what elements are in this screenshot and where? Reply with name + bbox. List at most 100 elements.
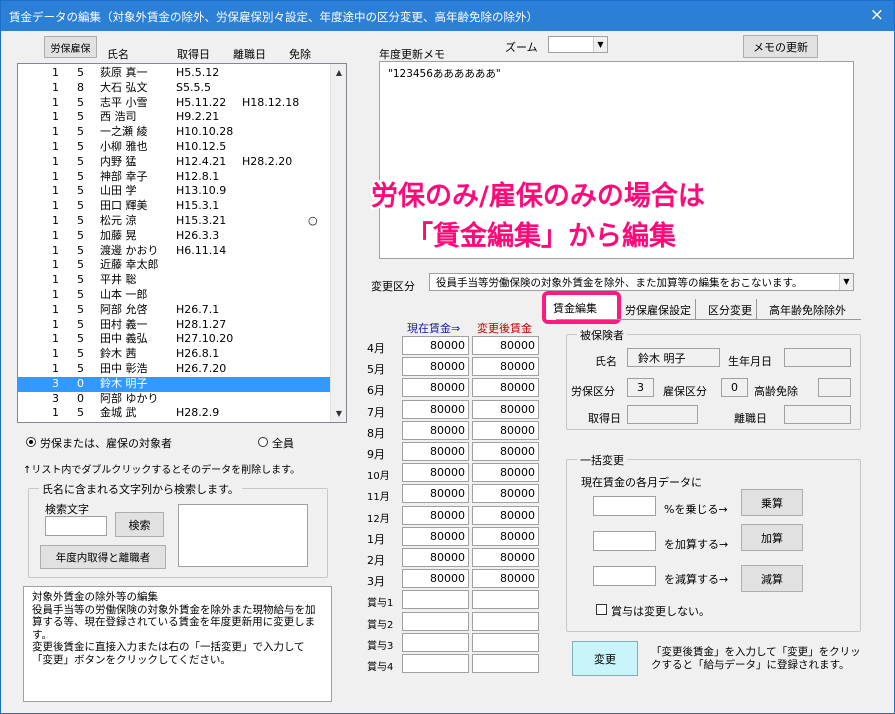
changed-wage-cell[interactable]: 80000 (472, 357, 539, 377)
table-row[interactable]: 1 8 大石 弘文 S5.5.5 (18, 81, 332, 96)
current-wage-cell[interactable]: 80000 (402, 526, 469, 546)
table-row[interactable]: 1 5 近藤 幸太郎 (18, 258, 332, 273)
row-a: 1 (52, 80, 59, 94)
scroll-thumb[interactable] (332, 82, 345, 382)
current-wage-cell[interactable]: 80000 (402, 484, 469, 504)
changed-wage-cell[interactable]: 80000 (472, 548, 539, 567)
current-wage-cell[interactable] (402, 590, 469, 610)
row-name: 小柳 雅也 (100, 140, 148, 153)
changed-wage-cell[interactable]: 80000 (472, 463, 539, 483)
table-row[interactable]: 1 5 西 浩司 H9.2.21 (18, 110, 332, 125)
table-row[interactable]: 1 5 渡邊 かおり H6.11.14 (18, 244, 332, 259)
changed-wage-cell[interactable]: 80000 (472, 526, 539, 546)
tab-elder-exempt[interactable]: 高年齢免除除外 (765, 299, 850, 319)
window-title: 賃金データの編集（対象外賃金の除外、労保雇保別々設定、年度途中の区分変更、高年齢… (9, 10, 538, 24)
current-wage-cell[interactable] (402, 611, 469, 631)
search-results-box[interactable] (178, 504, 308, 567)
changed-wage-cell[interactable] (472, 611, 539, 631)
current-wage-cell[interactable]: 80000 (402, 442, 469, 461)
list-scrollbar[interactable]: ▲ ▼ (330, 64, 346, 422)
memo-update-button[interactable]: メモの更新 (743, 35, 818, 58)
current-wage-cell[interactable]: 80000 (402, 378, 469, 398)
zoom-select[interactable]: ▼ (548, 36, 608, 53)
change-kind-select[interactable]: 役員手当等労働保険の対象外賃金を除外、また加算等の編集をおこないます。 ▼ (429, 273, 854, 291)
search-input[interactable] (45, 516, 107, 536)
current-wage-cell[interactable]: 80000 (402, 336, 469, 355)
current-wage-cell[interactable]: 80000 (402, 463, 469, 483)
chevron-down-icon: ▼ (593, 37, 607, 52)
tab-rouho-koho-settings[interactable]: 労保雇保設定 (621, 299, 696, 319)
current-wage-cell[interactable]: 80000 (402, 357, 469, 377)
multiply-button[interactable]: 乗算 (741, 489, 803, 516)
changed-wage-cell[interactable]: 80000 (472, 569, 539, 589)
changed-wage-cell[interactable]: 80000 (472, 505, 539, 525)
current-wage-cell[interactable]: 80000 (402, 505, 469, 525)
current-wage-cell[interactable] (402, 654, 469, 673)
current-wage-cell[interactable]: 80000 (402, 548, 469, 567)
scroll-down-icon[interactable]: ▼ (331, 405, 346, 422)
subtract-input[interactable] (593, 566, 656, 586)
table-row[interactable]: 1 5 阿部 允啓 H26.7.1 (18, 303, 332, 318)
year-in-out-button[interactable]: 年度内取得と離職者 (40, 545, 166, 569)
bonus-no-change-checkbox[interactable] (596, 604, 607, 615)
employee-list[interactable]: 1 5 荻原 真一 H5.5.12 1 8 大石 弘文 S5.5.5 1 5 志平 小雪 H5.11.… (17, 63, 347, 423)
row-b: 5 (77, 214, 84, 227)
add-button[interactable]: 加算 (741, 524, 803, 551)
row-b: 5 (77, 95, 84, 109)
bulk-change-title: 一括変更 (577, 452, 627, 468)
table-row[interactable]: 1 5 荻原 真一 H5.5.12 (18, 66, 332, 81)
month-label: 9月 (367, 448, 385, 461)
table-row[interactable]: 1 5 田中 義弘 H27.10.20 (18, 332, 332, 347)
table-row[interactable]: 1 5 加藤 晃 H26.3.3 (18, 229, 332, 244)
row-a: 1 (52, 347, 59, 361)
changed-wage-cell[interactable] (472, 654, 539, 673)
rousai-koho-button[interactable]: 労保雇保 (44, 36, 97, 58)
table-row[interactable]: 1 5 松元 涼 H15.3.21 ○ (18, 214, 332, 229)
table-row[interactable]: 1 5 平井 聡 (18, 273, 332, 288)
row-name: 神部 幸子 (100, 169, 148, 183)
radio-all[interactable] (258, 437, 268, 447)
add-input[interactable] (593, 531, 656, 551)
table-row[interactable]: 1 5 金城 武 H28.2.9 (18, 406, 332, 421)
table-row[interactable]: 1 5 山本 一郎 (18, 288, 332, 303)
table-row[interactable]: 1 5 田中 彰浩 H26.7.20 (18, 362, 332, 377)
apply-change-button[interactable]: 変更 (572, 641, 638, 676)
changed-wage-cell[interactable]: 80000 (472, 442, 539, 461)
subtract-button[interactable]: 減算 (741, 565, 803, 592)
table-row[interactable]: 1 5 山田 学 H13.10.9 (18, 184, 332, 199)
table-row[interactable]: 1 5 一之瀬 綾 H10.10.28 (18, 125, 332, 140)
month-label: 賞与4 (367, 662, 394, 673)
changed-wage-cell[interactable] (472, 632, 539, 652)
current-wage-cell[interactable]: 80000 (402, 420, 469, 440)
row-name: 田村 義一 (100, 317, 148, 331)
tab-wage-edit[interactable]: 賃金編集 (553, 300, 597, 316)
changed-wage-cell[interactable]: 80000 (472, 484, 539, 504)
current-wage-cell[interactable]: 80000 (402, 569, 469, 589)
table-row[interactable]: 1 5 田村 義一 H28.1.27 (18, 318, 332, 333)
changed-wage-cell[interactable]: 80000 (472, 420, 539, 440)
table-row[interactable]: 1 5 神部 幸子 H12.8.1 (18, 170, 332, 185)
multiply-input[interactable] (593, 496, 656, 516)
row-acq: H5.11.22 (176, 95, 227, 109)
table-row[interactable]: 3 0 鈴木 明子 (18, 376, 332, 392)
row-acq: H26.7.1 (176, 302, 220, 316)
table-row[interactable]: 1 5 志平 小雪 H5.11.22 H18.12.18 (18, 96, 332, 111)
tab-kubun-change[interactable]: 区分変更 (704, 299, 757, 319)
close-icon[interactable]: × (870, 5, 884, 25)
table-row[interactable]: 1 5 小柳 雅也 H10.12.5 (18, 140, 332, 155)
current-wage-cell[interactable]: 80000 (402, 399, 469, 419)
multiply-label: %を乗じる→ (664, 503, 728, 516)
table-row[interactable]: 1 5 鈴木 茜 H26.8.1 (18, 347, 332, 362)
current-wage-cell[interactable] (402, 632, 469, 652)
changed-wage-cell[interactable]: 80000 (472, 399, 539, 419)
change-kind-value: 役員手当等労働保険の対象外賃金を除外、また加算等の編集をおこないます。 (436, 277, 803, 289)
table-row[interactable]: 1 5 田口 輝美 H15.3.1 (18, 199, 332, 214)
changed-wage-cell[interactable]: 80000 (472, 378, 539, 398)
changed-wage-cell[interactable] (472, 590, 539, 610)
search-button[interactable]: 検索 (115, 512, 164, 537)
radio-target-insured[interactable] (26, 437, 36, 447)
table-row[interactable]: 1 5 内野 猛 H12.4.21 H28.2.20 (18, 155, 332, 170)
scroll-up-icon[interactable]: ▲ (331, 64, 346, 81)
changed-wage-cell[interactable]: 80000 (472, 336, 539, 355)
table-row[interactable]: 3 0 阿部 ゆかり (18, 392, 332, 407)
